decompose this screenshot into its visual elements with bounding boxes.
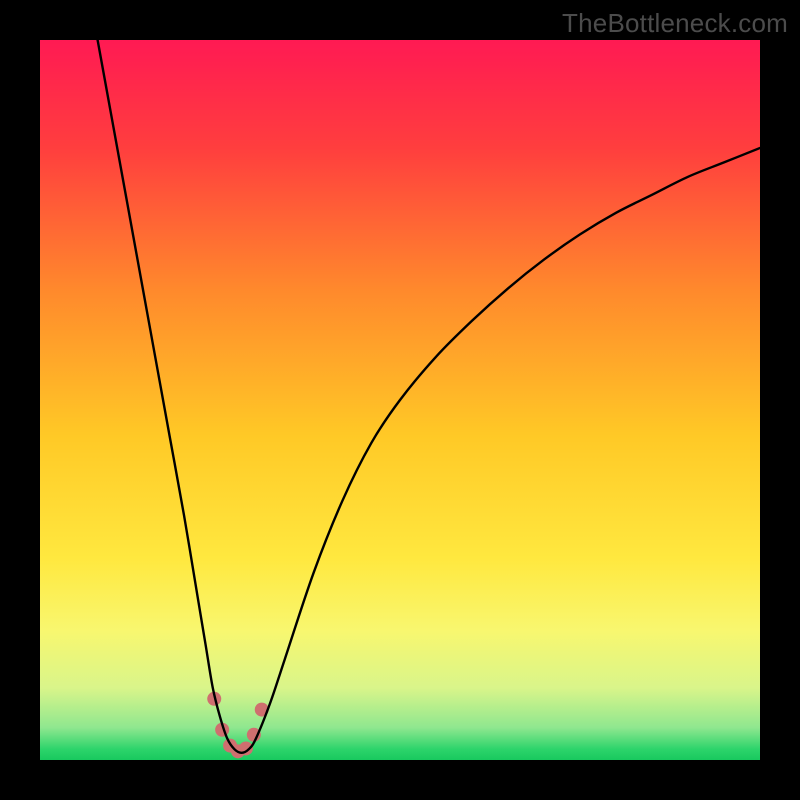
chart-svg [40, 40, 760, 760]
chart-frame: TheBottleneck.com [0, 0, 800, 800]
plot-area [40, 40, 760, 760]
watermark-text: TheBottleneck.com [562, 8, 788, 39]
